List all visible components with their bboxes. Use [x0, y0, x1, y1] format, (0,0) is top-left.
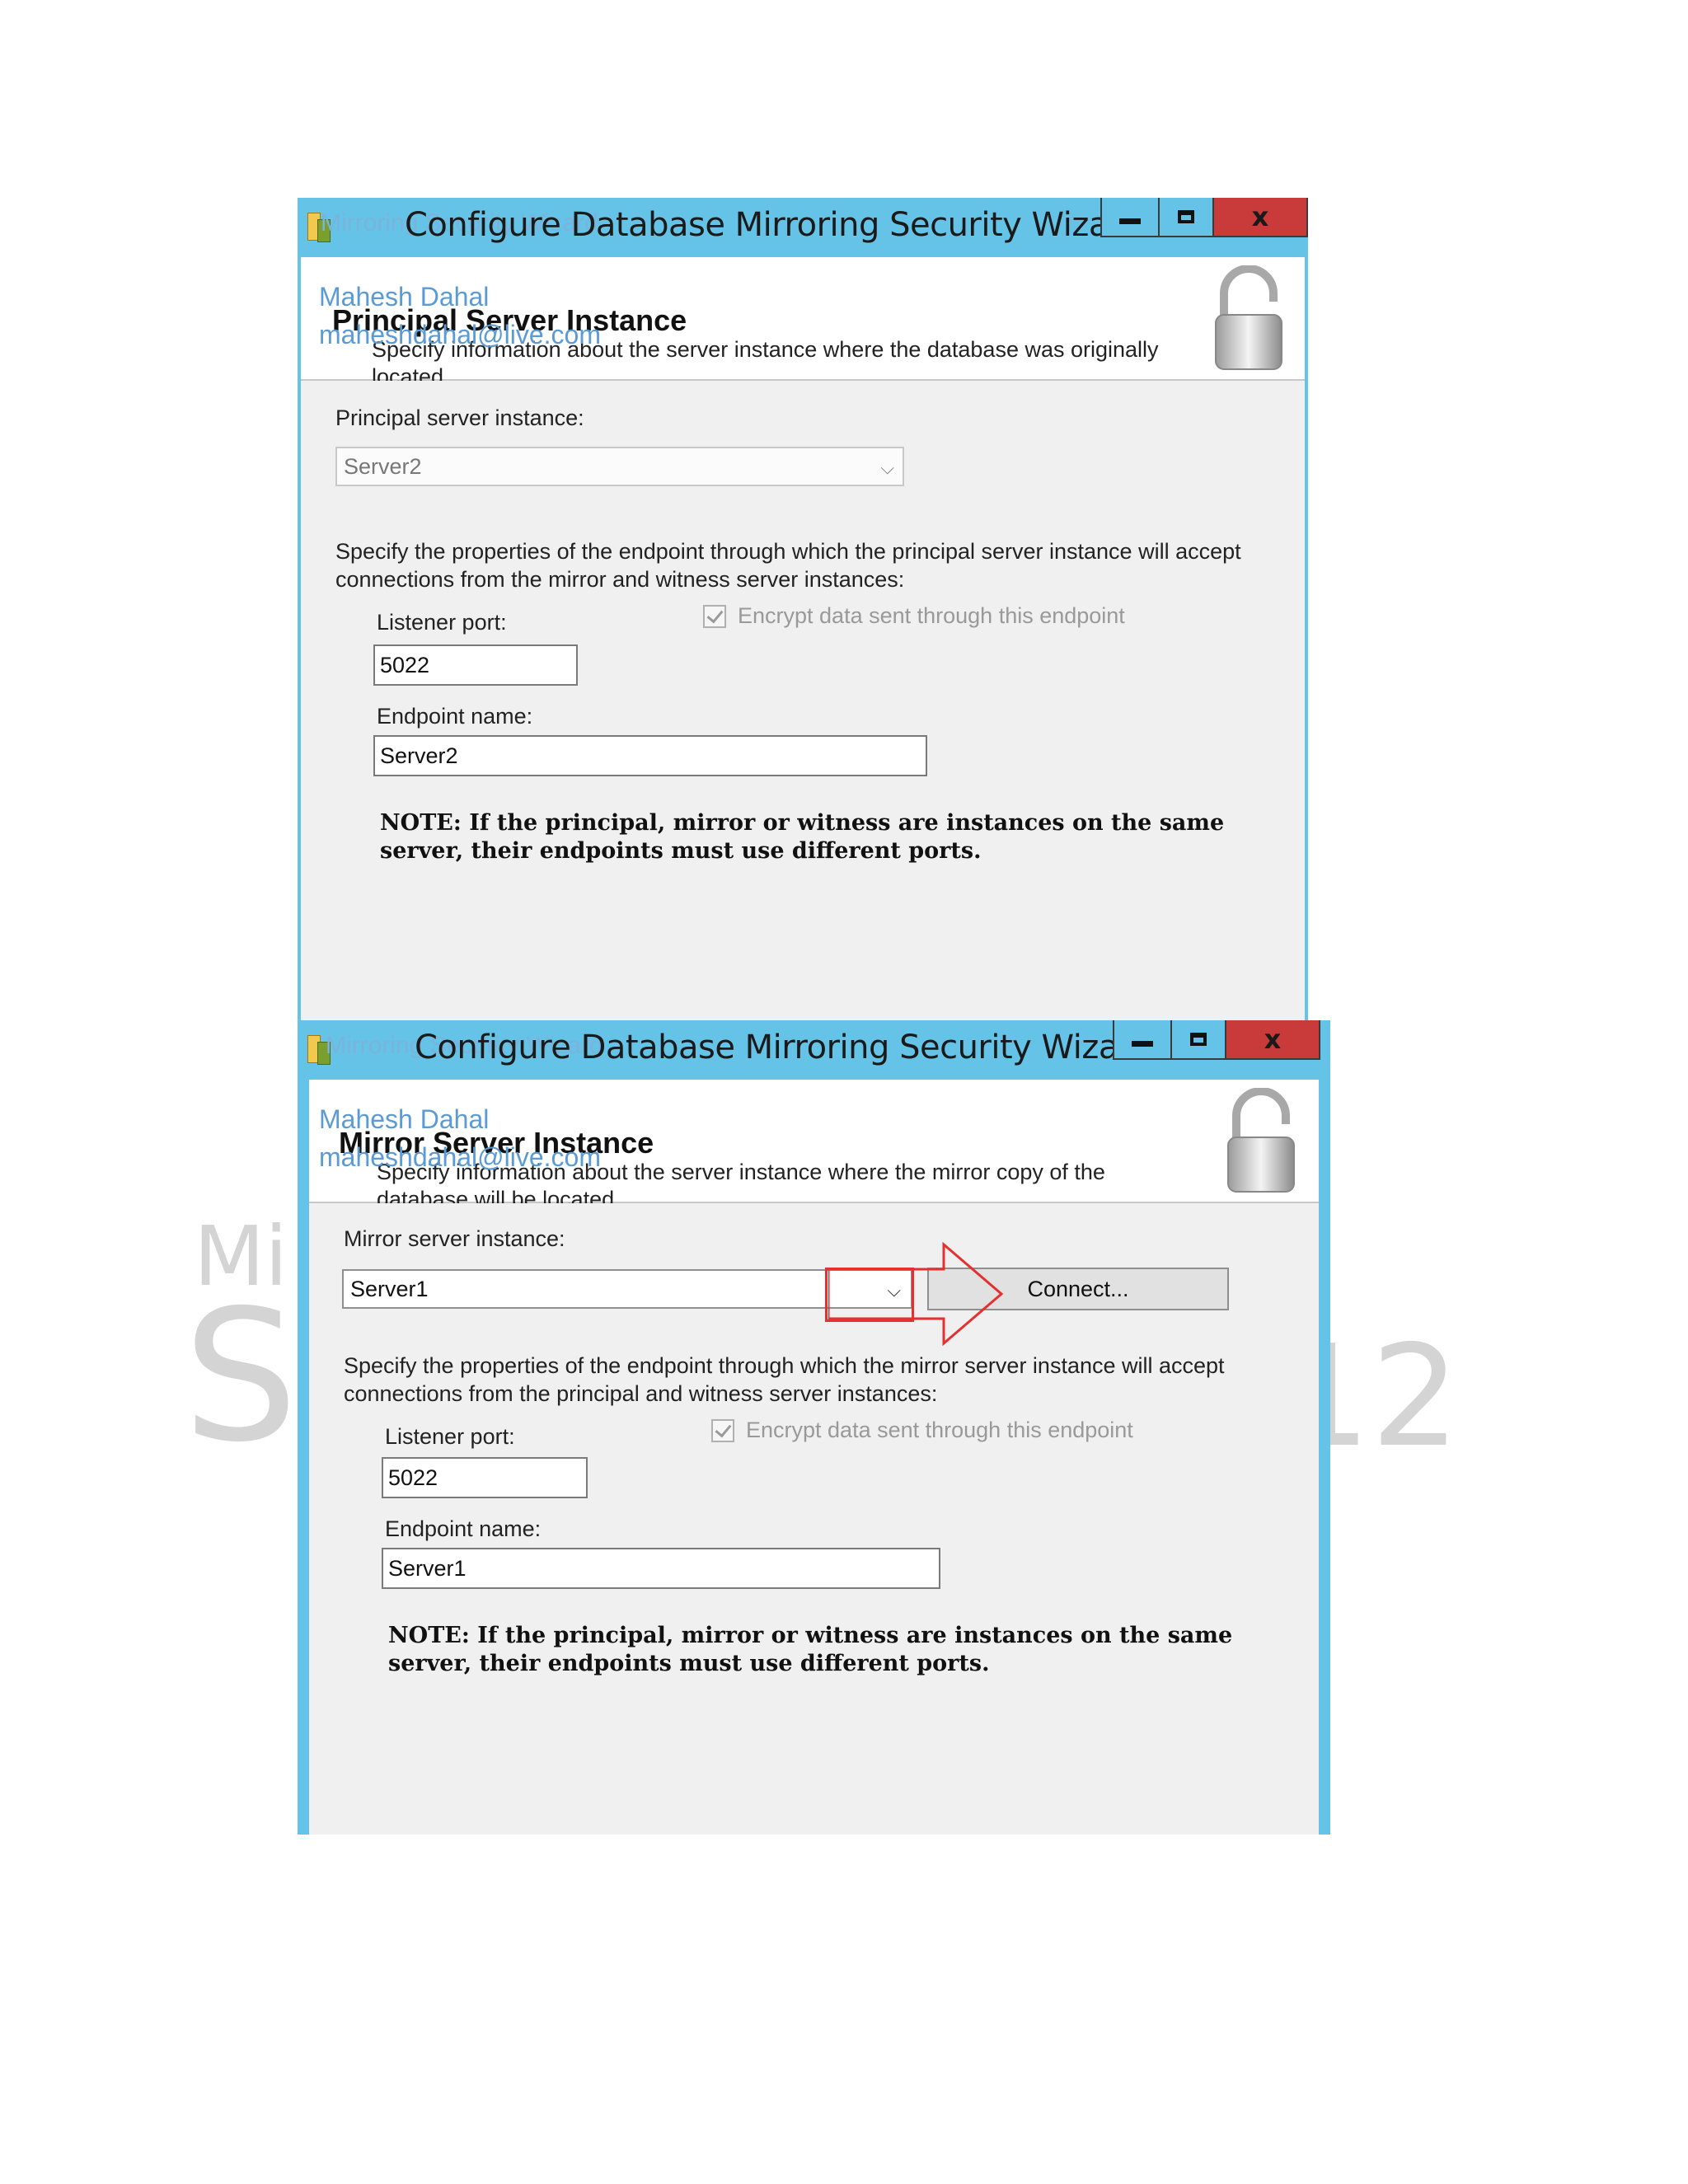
- window-controls: x: [1113, 1020, 1320, 1063]
- endpoint-name-input[interactable]: Server2: [373, 735, 927, 776]
- close-icon: x: [1251, 201, 1269, 232]
- wizard-content: Mirror server instance: Server1 ⌵ Connec…: [309, 1203, 1319, 1835]
- minimize-button[interactable]: [1113, 1020, 1172, 1060]
- chevron-down-icon: ⌵: [880, 457, 894, 478]
- mirror-instance-value: Server1: [350, 1277, 429, 1301]
- endpoint-name-input[interactable]: Server1: [382, 1548, 940, 1589]
- window-title: Configure Database Mirroring Security Wi…: [405, 206, 1142, 244]
- close-icon: x: [1264, 1024, 1282, 1055]
- principal-instance-label: Principal server instance:: [335, 405, 584, 430]
- window-controls: x: [1100, 198, 1308, 241]
- encrypt-checkbox-row[interactable]: Encrypt data sent through this endpoint: [711, 1418, 1133, 1443]
- maximize-icon: [1178, 210, 1194, 223]
- minimize-button[interactable]: [1100, 198, 1160, 237]
- endpoint-name-label: Endpoint name:: [385, 1516, 542, 1541]
- encrypt-checkbox-row[interactable]: Encrypt data sent through this endpoint: [703, 603, 1125, 629]
- watermark-email: maheshdahal@live.com: [319, 320, 601, 349]
- note-text: NOTE: If the principal, mirror or witnes…: [380, 810, 1225, 864]
- wizard-header: Mahesh Dahal Principal Server Instance S…: [301, 257, 1305, 389]
- lock-icon: [1215, 265, 1282, 370]
- endpoint-description: Specify the properties of the endpoint t…: [335, 539, 1241, 592]
- minimize-icon: [1132, 1040, 1153, 1047]
- maximize-button[interactable]: [1172, 1020, 1226, 1060]
- title-bar[interactable]: Mirroring Security Wizard Configure Data…: [298, 198, 1308, 257]
- encrypt-checkbox[interactable]: [703, 604, 726, 628]
- maximize-button[interactable]: [1160, 198, 1214, 237]
- listener-port-label: Listener port:: [385, 1424, 515, 1449]
- listener-port-label: Listener port:: [377, 610, 507, 635]
- title-bar[interactable]: Mirroring Security Wizard Configure Data…: [298, 1020, 1330, 1080]
- wizard-content: Principal server instance: Server2 ⌵ Spe…: [301, 381, 1305, 1022]
- encrypt-label: Encrypt data sent through this endpoint: [738, 603, 1125, 628]
- endpoint-name-label: Endpoint name:: [377, 704, 533, 729]
- principal-instance-value: Server2: [344, 454, 422, 479]
- listener-port-input[interactable]: 5022: [382, 1457, 588, 1498]
- lock-icon: [1227, 1088, 1295, 1193]
- minimize-icon: [1119, 218, 1141, 224]
- principal-wizard-dialog: Mirroring Security Wizard Configure Data…: [298, 198, 1308, 1022]
- background-watermark-s: S: [183, 1271, 298, 1482]
- mirror-wizard-dialog: Mirroring Security Wizard Configure Data…: [298, 1020, 1330, 1835]
- annotation-arrow-icon: [828, 1241, 1004, 1347]
- close-button[interactable]: x: [1214, 198, 1308, 237]
- wizard-header: Mahesh Dahal Mirror Server Instance Spec…: [309, 1080, 1319, 1212]
- endpoint-description: Specify the properties of the endpoint t…: [344, 1353, 1225, 1406]
- close-button[interactable]: x: [1226, 1020, 1320, 1060]
- listener-port-input[interactable]: 5022: [373, 644, 578, 686]
- maximize-icon: [1190, 1033, 1207, 1046]
- window-title: Configure Database Mirroring Security Wi…: [415, 1029, 1151, 1066]
- note-text: NOTE: If the principal, mirror or witnes…: [388, 1623, 1233, 1676]
- mirror-instance-label: Mirror server instance:: [344, 1226, 565, 1251]
- encrypt-checkbox[interactable]: [711, 1418, 734, 1442]
- watermark-email: maheshdahal@live.com: [319, 1142, 601, 1172]
- principal-instance-combo[interactable]: Server2 ⌵: [335, 447, 904, 486]
- encrypt-label: Encrypt data sent through this endpoint: [746, 1418, 1133, 1442]
